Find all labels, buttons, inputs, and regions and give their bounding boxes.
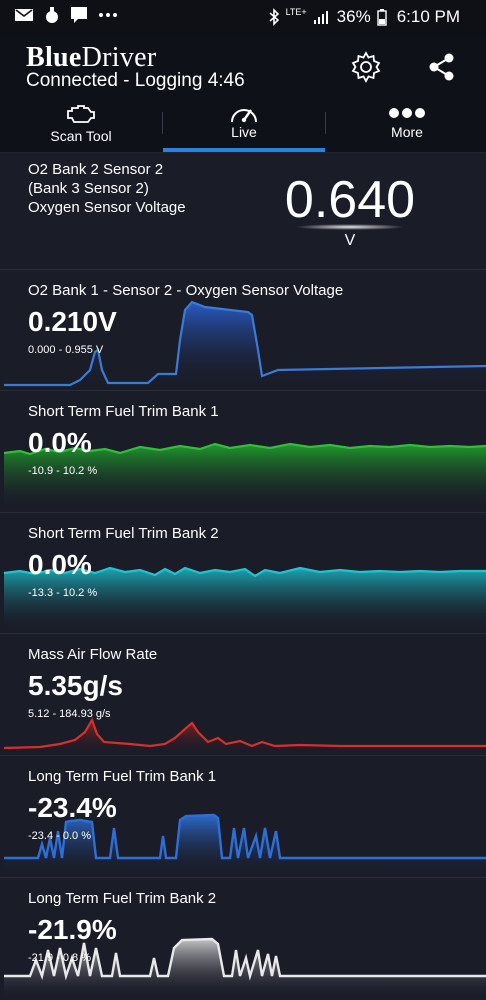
dots-icon (389, 108, 425, 118)
panel-value: 0.210V (28, 306, 117, 337)
panel-range: -21.9 - 0.8 % (28, 952, 91, 964)
gauge-icon (231, 109, 257, 123)
tab-bar: Scan Tool Live More (0, 98, 486, 153)
message-icon (71, 7, 87, 23)
share-icon (429, 53, 454, 81)
engine-icon (67, 105, 95, 123)
panel-range: -23.4 - 0.0 % (28, 830, 91, 842)
panel-value: 5.35g/s (28, 670, 123, 701)
tab-live[interactable]: Live (163, 98, 325, 152)
bag-icon (46, 7, 58, 23)
settings-button[interactable] (349, 50, 383, 84)
tab-scan-tool[interactable]: Scan Tool (0, 98, 162, 152)
more-dots-icon (99, 13, 117, 17)
panel-unit: V (344, 232, 356, 249)
network-type: LTE+ (285, 7, 307, 17)
live-panel-o2-bank1-sensor2[interactable]: O2 Bank 1 - Sensor 2 - Oxygen Sensor Vol… (0, 270, 486, 391)
app-header: BlueDriver Connected - Logging 4:46 (0, 34, 486, 98)
live-panel-ltft-bank1[interactable]: Long Term Fuel Trim Bank 1 -23.4% -23.4 … (0, 756, 486, 878)
panel-range: 0.000 - 0.955 V (28, 344, 104, 356)
panel-value: -23.4% (28, 792, 117, 823)
panel-value: 0.0% (28, 549, 92, 580)
battery-percent: 36% (336, 7, 371, 26)
live-panel-stft-bank1[interactable]: Short Term Fuel Trim Bank 1 0.0% -10.9 -… (0, 391, 486, 513)
panel-range: 5.12 - 184.93 g/s (28, 708, 111, 720)
live-panel-stft-bank2[interactable]: Short Term Fuel Trim Bank 2 0.0% -13.3 -… (0, 513, 486, 634)
panel-range: -10.9 - 10.2 % (28, 465, 98, 477)
live-panel-ltft-bank2[interactable]: Long Term Fuel Trim Bank 2 -21.9% -21.9 … (0, 878, 486, 1000)
panel-value: -21.9% (28, 914, 117, 945)
signal-icon (313, 11, 328, 24)
share-button[interactable] (425, 50, 459, 84)
gear-icon (351, 51, 381, 83)
bluetooth-icon (269, 8, 279, 26)
live-panel-o2-bank2-sensor2[interactable]: O2 Bank 2 Sensor 2 (Bank 3 Sensor 2) Oxy… (0, 152, 486, 270)
connection-status: Connected - Logging 4:46 (26, 70, 245, 91)
clock: 6:10 PM (396, 7, 460, 26)
panel-value: 0.0% (28, 427, 92, 458)
panel-title: O2 Bank 2 Sensor 2 (Bank 3 Sensor 2) Oxy… (28, 161, 186, 216)
tab-more[interactable]: More (326, 98, 486, 152)
status-bar: LTE+ 36% 6:10 PM (0, 0, 486, 34)
panel-range: -13.3 - 10.2 % (28, 587, 98, 599)
value-glow (295, 224, 405, 230)
battery-icon (376, 9, 387, 26)
mail-icon (15, 9, 33, 21)
panel-value: 0.640 (284, 171, 416, 229)
live-panel-mass-air-flow[interactable]: Mass Air Flow Rate 5.35g/s 5.12 - 184.93… (0, 634, 486, 756)
